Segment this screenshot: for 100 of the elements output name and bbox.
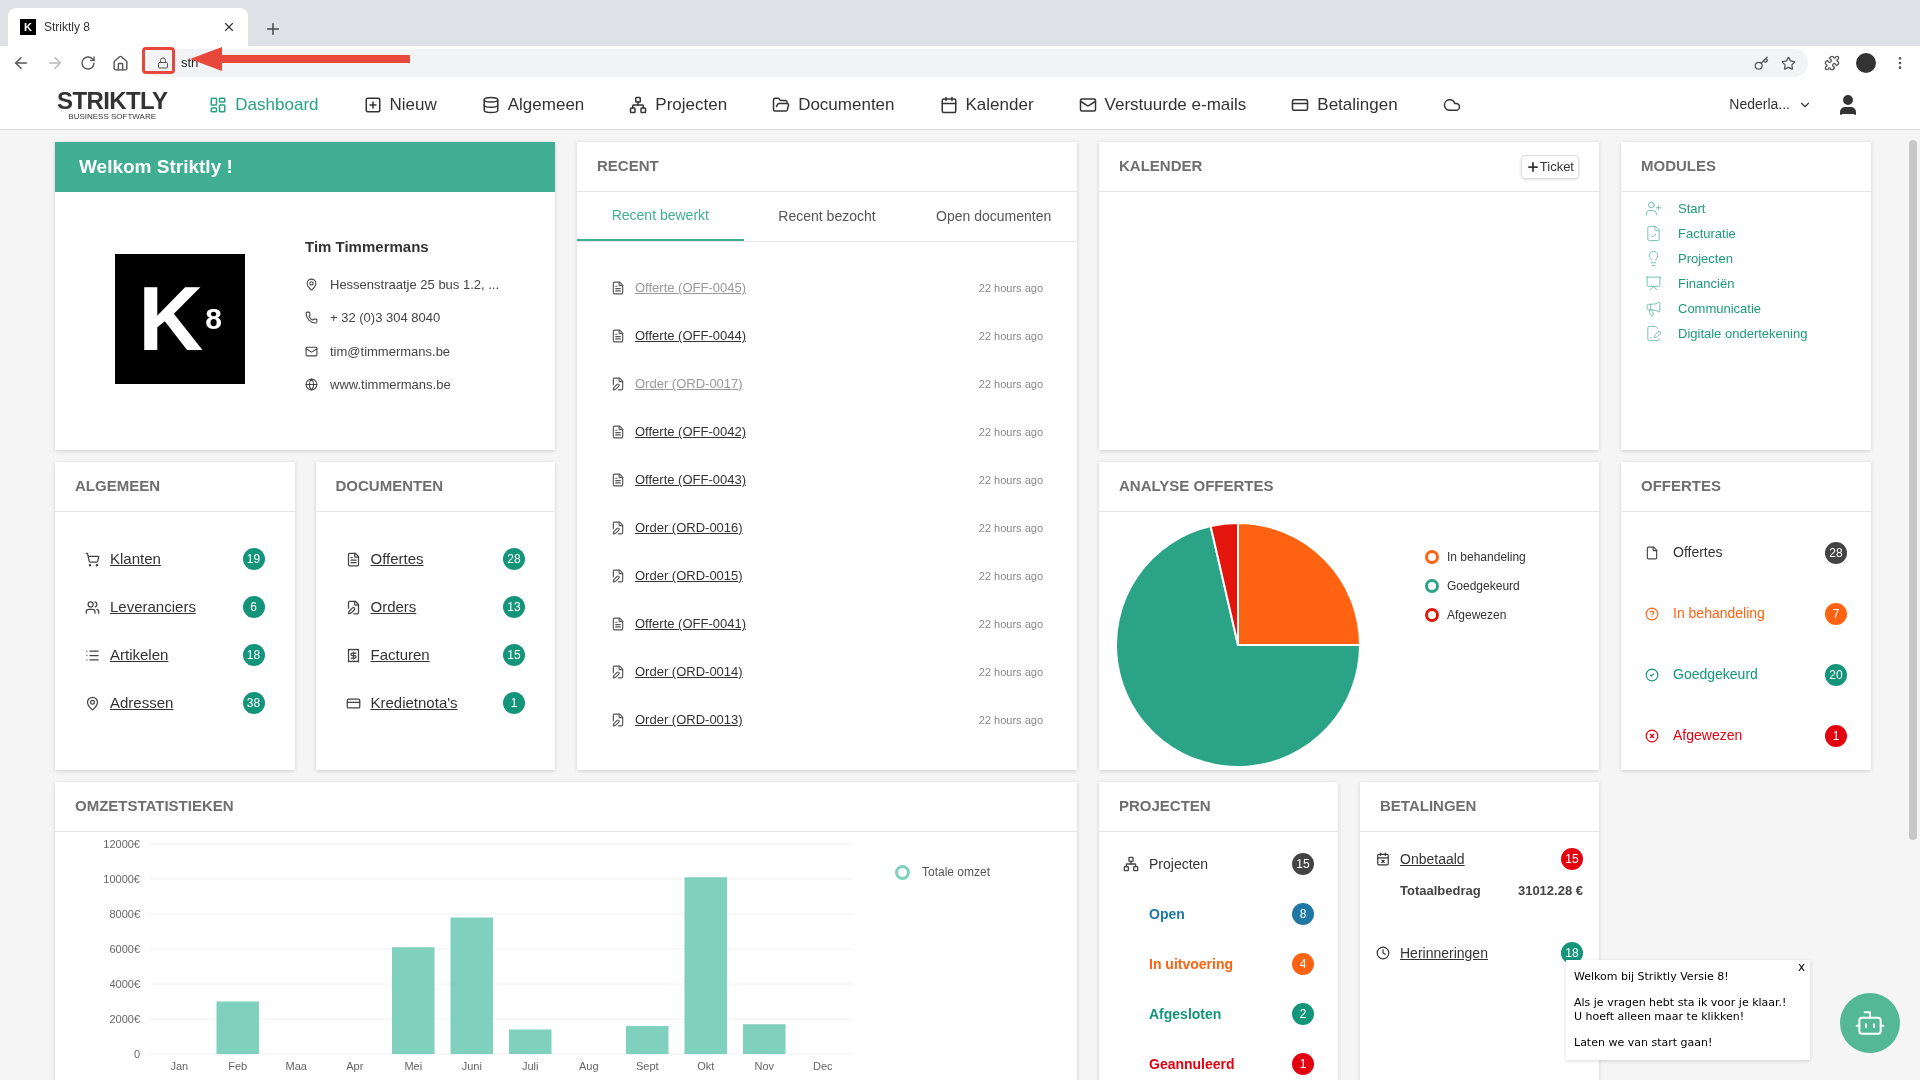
count-badge: 18 [242, 644, 265, 666]
nav-link[interactable]: Nieuw [363, 91, 437, 118]
document-pen-icon [345, 599, 361, 615]
card-title: RECENT [597, 156, 659, 177]
document-icon [611, 425, 625, 439]
document-link[interactable]: Order (ORD-0013) [635, 710, 743, 730]
legend-marker [1425, 550, 1439, 564]
phone-icon [305, 311, 318, 325]
card-title: OFFERTES [1641, 476, 1721, 497]
scrollbar[interactable] [1909, 140, 1917, 840]
credit-card-icon [345, 695, 361, 711]
card-title: MODULES [1641, 156, 1716, 177]
key-icon[interactable] [1754, 55, 1769, 71]
category-link[interactable]: Artikelen [110, 643, 169, 667]
profile-avatar[interactable] [1856, 53, 1876, 73]
timestamp: 22 hours ago [978, 280, 1043, 296]
extensions-icon[interactable] [1824, 55, 1840, 71]
legend-marker [895, 864, 910, 880]
document-link[interactable]: Order (ORD-0015) [635, 566, 743, 586]
status-label: Geannuleerd [1149, 1054, 1235, 1074]
home-icon[interactable] [112, 54, 129, 72]
card-title: DOCUMENTEN [335, 476, 443, 497]
x-axis-label: Dec [812, 1060, 833, 1072]
card-title: PROJECTEN [1119, 796, 1211, 817]
category-link[interactable]: Offertes [370, 547, 424, 571]
document-link[interactable]: Order (ORD-0016) [635, 518, 743, 538]
star-icon[interactable] [1781, 55, 1796, 71]
document-icon [611, 617, 625, 631]
nav-link[interactable]: Verstuurde e-mails [1078, 91, 1247, 118]
chart-bar [216, 1001, 259, 1054]
category-link[interactable]: Klanten [110, 547, 161, 571]
close-button[interactable]: x [1797, 961, 1805, 973]
card-title: OMZETSTATISTIEKEN [75, 796, 234, 817]
module-link[interactable]: Facturatie [1678, 223, 1736, 244]
document-link[interactable]: Offerte (OFF-0042) [635, 422, 746, 442]
contact-detail: Hessenstraatje 25 bus 1.2, ... [330, 275, 500, 294]
plus-square-icon [363, 95, 382, 114]
language-select[interactable]: Nederla... [1729, 94, 1812, 115]
x-axis-label: Mei [404, 1060, 423, 1072]
status-label: In uitvoering [1149, 954, 1233, 974]
nav-link[interactable]: Kalender [939, 91, 1034, 118]
count-badge: 7 [1825, 602, 1847, 625]
nav-link[interactable]: Betalingen [1291, 91, 1398, 118]
document-link[interactable]: Offerte (OFF-0041) [635, 614, 746, 634]
contact-name: Tim Timmermans [305, 237, 430, 257]
category-link[interactable]: Facturen [370, 643, 430, 667]
document-link[interactable]: Offerte (OFF-0044) [635, 326, 746, 346]
x-axis-label: Feb [228, 1060, 248, 1072]
browser-tab[interactable]: K Striktly 8 [8, 8, 248, 46]
tab[interactable]: Recent bezocht [743, 192, 911, 241]
chat-message: Laten we van start gaan! [1574, 1036, 1713, 1050]
module-link[interactable]: Communicatie [1678, 298, 1762, 319]
y-axis-label: 12000€ [103, 838, 140, 850]
tab[interactable]: Open documenten [910, 192, 1077, 241]
pin-icon [305, 277, 318, 291]
total-amount: 31012.28 € [1517, 882, 1583, 901]
category-link[interactable]: Leveranciers [110, 595, 196, 619]
status-label: Goedgekeurd [1673, 665, 1758, 684]
y-axis-label: 0 [133, 1048, 140, 1060]
module-link[interactable]: Digitale ondertekening [1678, 323, 1808, 344]
nav-link[interactable]: Projecten [629, 91, 728, 118]
document-link[interactable]: Offerte (OFF-0043) [635, 470, 746, 490]
x-axis-label: Maa [285, 1060, 307, 1072]
category-link[interactable]: Adressen [110, 691, 174, 715]
count-badge: 4 [1292, 953, 1314, 975]
user-plus-icon [1645, 200, 1662, 217]
y-axis-label: 8000€ [109, 908, 140, 920]
reload-icon[interactable] [80, 55, 96, 71]
close-icon[interactable] [222, 20, 236, 34]
category-link[interactable]: Orders [370, 595, 417, 619]
timestamp: 22 hours ago [978, 568, 1043, 584]
status-label: Afgesloten [1149, 1004, 1222, 1024]
mail-icon [1078, 95, 1097, 114]
new-tab-icon[interactable] [264, 20, 282, 38]
calendar-x-icon [1376, 852, 1390, 866]
contact-detail: + 32 (0)3 304 8040 [330, 309, 441, 327]
module-link[interactable]: Financiën [1678, 273, 1735, 294]
status-label: Afgewezen [1673, 726, 1743, 745]
contact-detail: tim@timmermans.be [330, 342, 451, 361]
nav-link[interactable]: Algemeen [481, 91, 585, 118]
reminders-link[interactable]: Herinneringen [1400, 942, 1488, 964]
unpaid-link[interactable]: Onbetaald [1400, 848, 1465, 870]
chat-message: U hoeft alleen maar te klikken! [1574, 1010, 1745, 1024]
module-link[interactable]: Start [1678, 198, 1706, 219]
module-link[interactable]: Projecten [1678, 248, 1733, 269]
document-icon [611, 329, 625, 343]
timestamp: 22 hours ago [978, 520, 1043, 536]
ticket-button[interactable]: Ticket [1520, 154, 1579, 179]
x-axis-label: Nov [754, 1060, 775, 1072]
check-circle-icon [1645, 667, 1659, 682]
folder-icon [772, 95, 791, 114]
nav-link[interactable]: Documenten [772, 91, 895, 118]
chart-bar [743, 1024, 786, 1054]
back-icon[interactable] [12, 54, 30, 72]
brand-logo[interactable]: STRIKTLY [57, 88, 168, 113]
category-link[interactable]: Kredietnota's [370, 691, 458, 715]
pin-icon [85, 695, 100, 711]
document-link[interactable]: Order (ORD-0014) [635, 662, 743, 682]
timestamp: 22 hours ago [978, 376, 1043, 392]
card-title: ALGEMEEN [75, 476, 160, 497]
